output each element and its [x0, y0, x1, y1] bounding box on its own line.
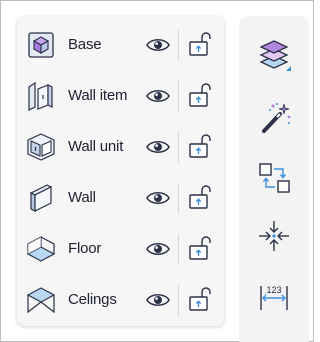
layers-stack-icon [259, 40, 291, 71]
tool-rail: 123 [239, 16, 309, 342]
layer-label: Wall [68, 189, 96, 206]
visibility-eye-icon[interactable] [145, 240, 171, 258]
unlocked-padlock-icon[interactable] [188, 31, 212, 57]
divider [178, 285, 179, 316]
divider [178, 234, 179, 265]
wall-item-icon [26, 81, 56, 111]
visibility-eye-icon[interactable] [145, 138, 171, 156]
visibility-eye-icon[interactable] [145, 291, 171, 309]
layer-row-wall-unit[interactable]: Wall unit [17, 122, 224, 172]
layer-label: Floor [68, 240, 102, 257]
layers-panel: Base Wall item Wall unit Wall Floor Celi… [17, 16, 224, 326]
layer-label: Celings [68, 291, 117, 308]
layer-label: Wall unit [68, 138, 124, 155]
connect-tool-button[interactable] [253, 157, 295, 199]
layer-label: Wall item [68, 87, 128, 104]
divider [178, 183, 179, 214]
compress-arrows-icon [259, 221, 289, 251]
measure-ruler-icon: 123 [260, 285, 288, 310]
dropdown-corner-indicator [286, 66, 291, 71]
wall-icon [26, 183, 56, 213]
unlocked-padlock-icon[interactable] [188, 133, 212, 159]
compress-tool-button[interactable] [253, 215, 295, 257]
layer-row-wall[interactable]: Wall [17, 173, 224, 223]
layer-label: Base [68, 36, 102, 53]
layers-tool-button[interactable] [253, 32, 295, 74]
layer-row-base[interactable]: Base [17, 20, 224, 70]
visibility-eye-icon[interactable] [145, 87, 171, 105]
measure-tool-button[interactable]: 123 [253, 276, 295, 318]
unlocked-padlock-icon[interactable] [188, 184, 212, 210]
layer-row-floor[interactable]: Floor [17, 224, 224, 274]
ceiling-icon [26, 285, 56, 315]
divider [178, 132, 179, 163]
visibility-eye-icon[interactable] [145, 189, 171, 207]
measure-label: 123 [266, 285, 281, 295]
magic-wand-icon [262, 103, 291, 133]
unlocked-padlock-icon[interactable] [188, 286, 212, 312]
base-cube-icon [26, 30, 56, 60]
visibility-eye-icon[interactable] [145, 36, 171, 54]
layer-row-wall-item[interactable]: Wall item [17, 71, 224, 121]
divider [178, 81, 179, 112]
unlocked-padlock-icon[interactable] [188, 235, 212, 261]
layer-row-ceilings[interactable]: Celings [17, 275, 224, 325]
unlocked-padlock-icon[interactable] [188, 82, 212, 108]
connect-squares-icon [259, 163, 290, 193]
divider [178, 30, 179, 61]
magic-wand-tool-button[interactable] [253, 97, 295, 139]
wall-unit-icon [26, 132, 56, 162]
floor-icon [26, 234, 56, 264]
